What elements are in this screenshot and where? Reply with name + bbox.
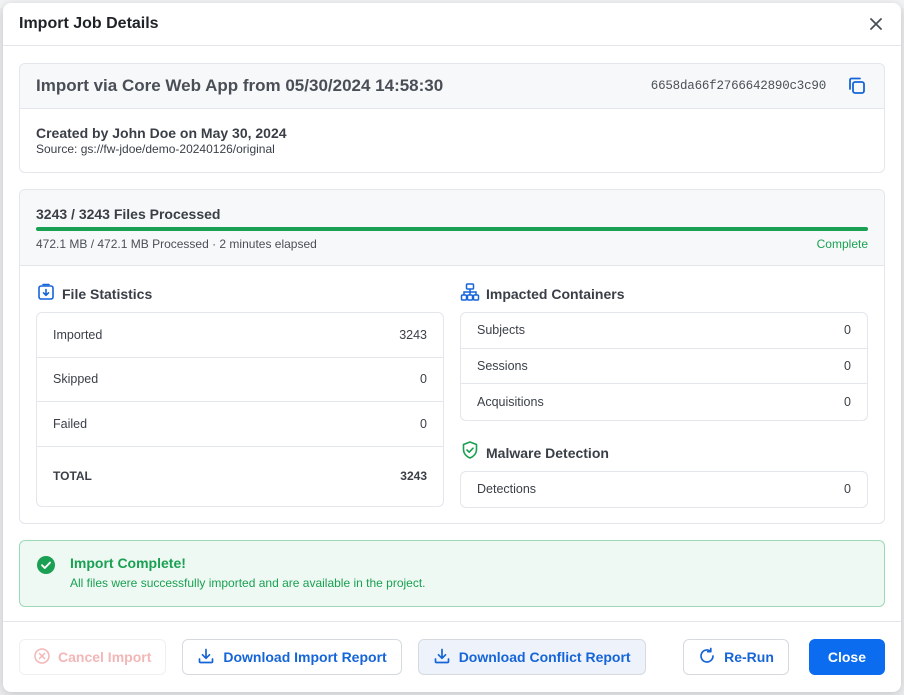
stat-row-skipped: Skipped 0 (37, 358, 443, 402)
stat-label: Detections (477, 482, 537, 497)
job-id-group: 6658da66f2766642890c3c90 (651, 75, 868, 97)
modal-header: Import Job Details (3, 3, 901, 46)
alert-text: All files were successfully imported and… (70, 576, 426, 590)
hierarchy-icon (460, 282, 480, 307)
rerun-button[interactable]: Re-Run (683, 639, 789, 675)
import-job-details-modal: Import Job Details Import via Core Web A… (3, 3, 901, 692)
stat-row-imported: Imported 3243 (37, 313, 443, 358)
malware-detection-heading: Malware Detection (460, 440, 868, 465)
download-import-label: Download Import Report (223, 649, 387, 665)
stat-value: 3243 (399, 327, 427, 342)
file-statistics-heading: File Statistics (36, 282, 444, 307)
progress-header: 3243 / 3243 Files Processed 472.1 MB / 4… (20, 190, 884, 266)
malware-detection-table: Detections 0 (460, 470, 868, 508)
containers-section: Impacted Containers Subjects 0 Sessions … (460, 282, 868, 508)
stat-label: TOTAL (53, 469, 92, 483)
container-row-subjects: Subjects 0 (461, 313, 867, 349)
stat-row-failed: Failed 0 (37, 402, 443, 447)
file-statistics-section: File Statistics Imported 3243 Skipped 0 … (36, 282, 444, 507)
progress-meta: 472.1 MB / 472.1 MB Processed · 2 minute… (36, 237, 317, 251)
impacted-containers-table: Subjects 0 Sessions 0 Acquisitions 0 (460, 312, 868, 421)
job-id: 6658da66f2766642890c3c90 (650, 79, 826, 93)
stat-value: 0 (420, 416, 427, 431)
download-conflict-label: Download Conflict Report (458, 649, 631, 665)
progress-bar-fill (36, 227, 868, 231)
progress-bar (36, 227, 868, 231)
import-title: Import via Core Web App from 05/30/2024 … (36, 76, 444, 95)
download-import-report-button[interactable]: Download Import Report (182, 639, 402, 675)
container-row-acquisitions: Acquisitions 0 (461, 384, 867, 420)
stat-label: Subjects (477, 323, 525, 338)
cancel-import-label: Cancel Import (58, 649, 152, 665)
cancel-import-button[interactable]: Cancel Import (19, 639, 167, 675)
malware-detection-title: Malware Detection (486, 444, 609, 461)
progress-status: Complete (816, 237, 868, 251)
stat-value: 0 (420, 372, 427, 387)
close-icon[interactable] (867, 15, 885, 33)
stat-label: Failed (53, 416, 88, 431)
download-icon (433, 647, 451, 668)
import-summary-card: Import via Core Web App from 05/30/2024 … (19, 63, 885, 173)
stat-row-total: TOTAL 3243 (37, 447, 443, 506)
modal-footer: Cancel Import Download Import Report Dow… (3, 621, 901, 692)
stat-label: Skipped (53, 372, 99, 387)
stat-value: 0 (844, 358, 851, 373)
download-icon (197, 647, 215, 668)
alert-content: Import Complete! All files were successf… (70, 555, 426, 592)
import-summary-header: Import via Core Web App from 05/30/2024 … (20, 64, 884, 109)
stat-label: Sessions (477, 358, 528, 373)
check-circle-icon (36, 555, 56, 592)
created-by: Created by John Doe on May 30, 2024 (36, 125, 287, 141)
refresh-icon (698, 647, 716, 668)
stat-value: 0 (844, 394, 851, 409)
stat-label: Acquisitions (477, 394, 544, 409)
malware-row-detections: Detections 0 (461, 472, 867, 508)
impacted-containers-title: Impacted Containers (486, 286, 625, 302)
progress-meta-row: 472.1 MB / 472.1 MB Processed · 2 minute… (36, 237, 868, 251)
source-path: Source: gs://fw-jdoe/demo-20240126/origi… (36, 142, 275, 156)
close-label: Close (827, 649, 866, 665)
file-import-icon (36, 282, 56, 307)
progress-card: 3243 / 3243 Files Processed 472.1 MB / 4… (19, 189, 885, 524)
import-summary-body: Created by John Doe on May 30, 2024 Sour… (20, 109, 884, 156)
x-circle-icon (34, 647, 50, 667)
download-conflict-report-button[interactable]: Download Conflict Report (417, 639, 646, 675)
modal-title: Import Job Details (19, 15, 159, 32)
stat-value: 0 (844, 323, 851, 338)
impacted-containers-heading: Impacted Containers (460, 282, 868, 307)
copy-icon[interactable] (846, 75, 868, 97)
stat-label: Imported (53, 327, 103, 342)
alert-title: Import Complete! (70, 555, 186, 571)
shield-check-icon (460, 440, 480, 465)
file-statistics-title: File Statistics (62, 286, 153, 302)
container-row-sessions: Sessions 0 (461, 349, 867, 384)
close-button[interactable]: Close (808, 639, 885, 675)
stat-value: 3243 (400, 469, 427, 483)
files-processed: 3243 / 3243 Files Processed (36, 206, 221, 222)
file-statistics-table: Imported 3243 Skipped 0 Failed 0 TOTAL 3… (36, 312, 444, 507)
rerun-label: Re-Run (724, 649, 774, 665)
import-complete-alert: Import Complete! All files were successf… (19, 540, 885, 607)
stat-value: 0 (844, 482, 851, 497)
